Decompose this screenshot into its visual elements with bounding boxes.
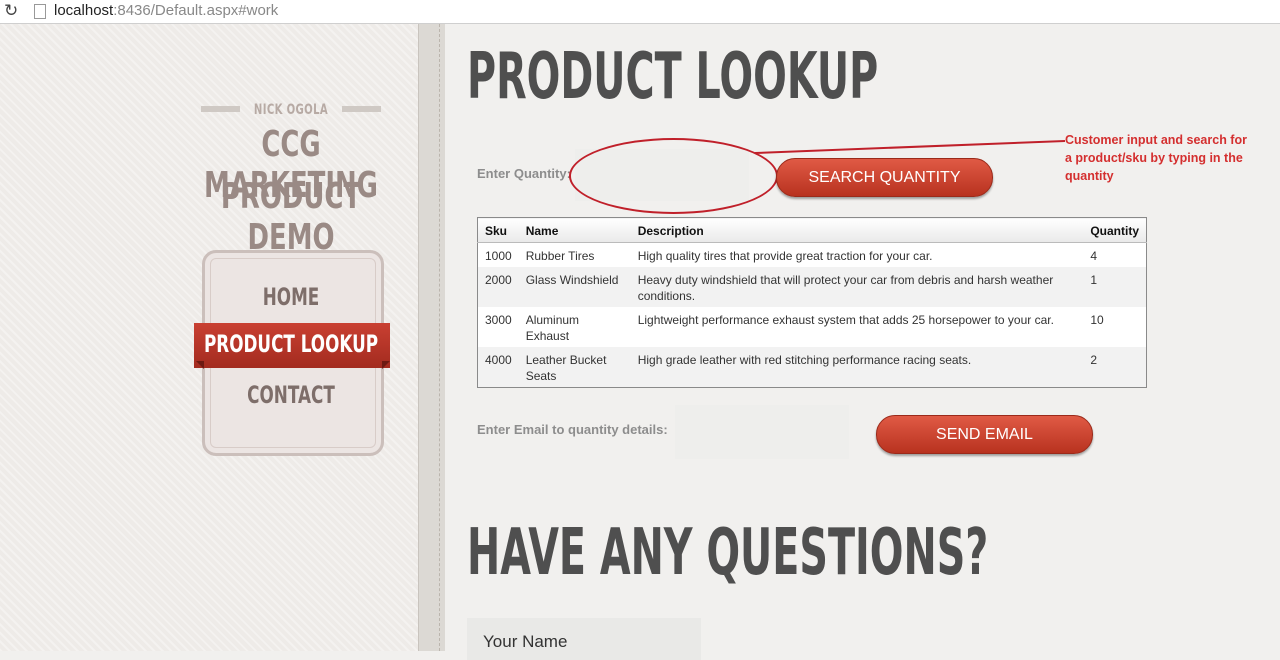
table-row: 3000 Aluminum Exhaust Lightweight perfor…: [478, 307, 1147, 347]
cell-sku: 2000: [477, 267, 519, 307]
cell-name: Rubber Tires: [525, 249, 595, 263]
products-table: Sku Name Description Quantity 1000 Rubbe…: [477, 217, 1147, 388]
cell-sku: 3000: [485, 313, 512, 327]
cell-name: Glass Windshield: [518, 267, 631, 307]
header-name: Name: [518, 217, 631, 243]
your-name-placeholder: Your Name: [483, 632, 568, 651]
cell-sku: 1000: [485, 249, 512, 263]
page-icon: [34, 4, 46, 19]
sidebar-divider: [418, 24, 445, 651]
cell-description: High grade leather with red stitching pe…: [630, 347, 1084, 388]
annotation-text: Customer input and search for a product/…: [1065, 133, 1247, 183]
ribbon-fold-left: [196, 361, 204, 369]
brand-title-line2: PRODUCT DEMO: [220, 176, 362, 258]
reload-icon[interactable]: ↻: [4, 1, 18, 21]
email-input[interactable]: [675, 405, 849, 459]
table-row: 1000 Rubber Tires High quality tires tha…: [478, 243, 1147, 268]
ribbon-fold-right: [382, 361, 390, 369]
page-title: PRODUCT LOOKUP: [467, 40, 879, 114]
cell-description: High quality tires that provide great tr…: [637, 249, 933, 263]
nav-item-contact[interactable]: CONTACT: [199, 381, 382, 409]
cell-name: Leather Bucket Seats: [518, 347, 631, 388]
table-row: 4000 Leather Bucket Seats High grade lea…: [477, 347, 1147, 388]
author-name: NICK OGOLA: [253, 102, 329, 118]
cell-quantity: 4: [1090, 249, 1098, 263]
browser-address-bar: ↻ localhost:8436/Default.aspx#work: [0, 0, 1280, 24]
header-quantity: Quantity: [1083, 217, 1147, 243]
email-label: Enter Email to quantity details:: [477, 422, 668, 437]
nav-item-home[interactable]: HOME: [199, 283, 382, 311]
search-quantity-button[interactable]: SEARCH QUANTITY: [776, 158, 993, 197]
nav-item-product-lookup[interactable]: PRODUCT LOOKUP: [199, 330, 382, 358]
header-description: Description: [630, 217, 1084, 243]
url-field[interactable]: localhost:8436/Default.aspx#work: [54, 2, 278, 19]
annotation-oval: [569, 138, 778, 214]
table-row: 2000 Glass Windshield Heavy duty windshi…: [477, 267, 1147, 307]
cell-quantity: 10: [1090, 313, 1104, 327]
cell-description: Lightweight performance exhaust system t…: [637, 313, 1054, 327]
table-header-row: Sku Name Description Quantity: [477, 217, 1147, 243]
url-path: :8436/Default.aspx#work: [113, 2, 279, 19]
cell-name: Aluminum Exhaust: [525, 313, 580, 343]
cell-description: Heavy duty windshield that will protect …: [630, 267, 1084, 307]
author-divider-right: [342, 106, 381, 112]
cell-sku: 4000: [477, 347, 519, 388]
quantity-label: Enter Quantity:: [477, 166, 571, 181]
annotation-line: [755, 140, 1065, 154]
send-email-button[interactable]: SEND EMAIL: [876, 415, 1093, 454]
url-host: localhost: [54, 2, 114, 19]
cell-quantity: 2: [1083, 347, 1147, 388]
questions-title: HAVE ANY QUESTIONS?: [467, 516, 989, 590]
header-sku: Sku: [477, 217, 519, 243]
author-row: NICK OGOLA: [201, 100, 381, 122]
cell-quantity: 1: [1083, 267, 1147, 307]
